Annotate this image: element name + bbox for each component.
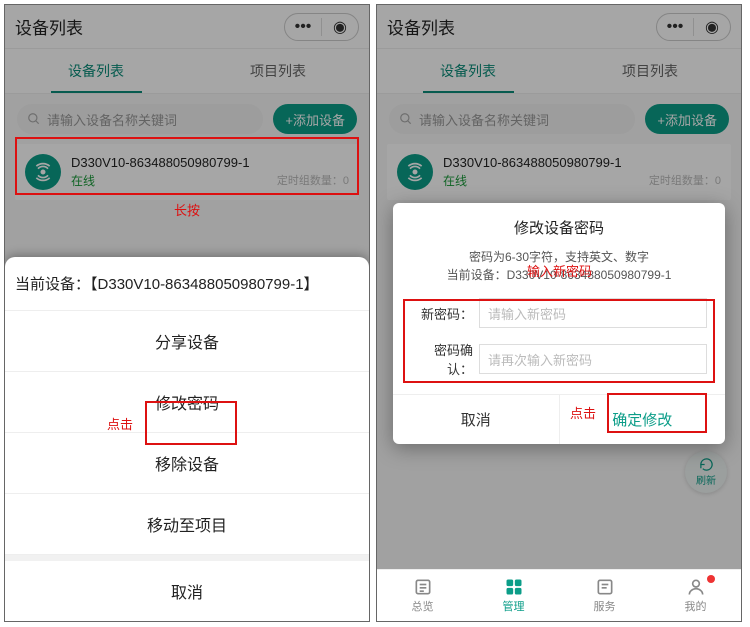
right-screenshot: 设备列表 ••• ◉ 设备列表 项目列表 请输入设备名称关键词 +添加设备 [376,4,742,622]
service-icon [595,577,615,597]
user-icon [686,577,706,597]
confirm-password-label: 密码确认： [411,340,473,378]
sheet-remove-device[interactable]: 移除设备 [5,433,369,494]
sheet-move-to-project[interactable]: 移动至项目 [5,494,369,555]
new-password-input[interactable]: 请输入新密码 [479,298,707,328]
modal-cancel-button[interactable]: 取消 [393,395,560,444]
sheet-share-device[interactable]: 分享设备 [5,311,369,372]
sheet-title: 当前设备：【D330V10-863488050980799-1】 [5,257,369,311]
notification-dot-icon [707,575,715,583]
bottom-tab-bar: 总览 管理 服务 我的 [377,569,741,621]
action-sheet: 当前设备：【D330V10-863488050980799-1】 分享设备 修改… [5,257,369,621]
tabbar-manage[interactable]: 管理 [468,570,559,621]
change-password-modal: 修改设备密码 密码为6-30字符，支持英文、数字 当前设备：D330V10-86… [393,203,725,444]
modal-hint: 密码为6-30字符，支持英文、数字 当前设备：D330V10-863488050… [393,248,725,284]
manage-icon [504,577,524,597]
form-row-new-password: 新密码： 请输入新密码 [393,292,725,334]
tabbar-overview[interactable]: 总览 [377,570,468,621]
left-screenshot: 设备列表 ••• ◉ 设备列表 项目列表 请输入设备名称关键词 +添加设备 [4,4,370,622]
new-password-label: 新密码： [411,304,473,323]
overview-icon [413,577,433,597]
form-row-confirm-password: 密码确认： 请再次输入新密码 [393,334,725,384]
confirm-password-input[interactable]: 请再次输入新密码 [479,344,707,374]
sheet-change-password[interactable]: 修改密码 [5,372,369,433]
modal-title: 修改设备密码 [393,217,725,238]
tabbar-mine[interactable]: 我的 [650,570,741,621]
tabbar-service[interactable]: 服务 [559,570,650,621]
modal-actions: 取消 确定修改 [393,394,725,444]
modal-confirm-button[interactable]: 确定修改 [560,395,726,444]
sheet-cancel[interactable]: 取消 [5,561,369,621]
